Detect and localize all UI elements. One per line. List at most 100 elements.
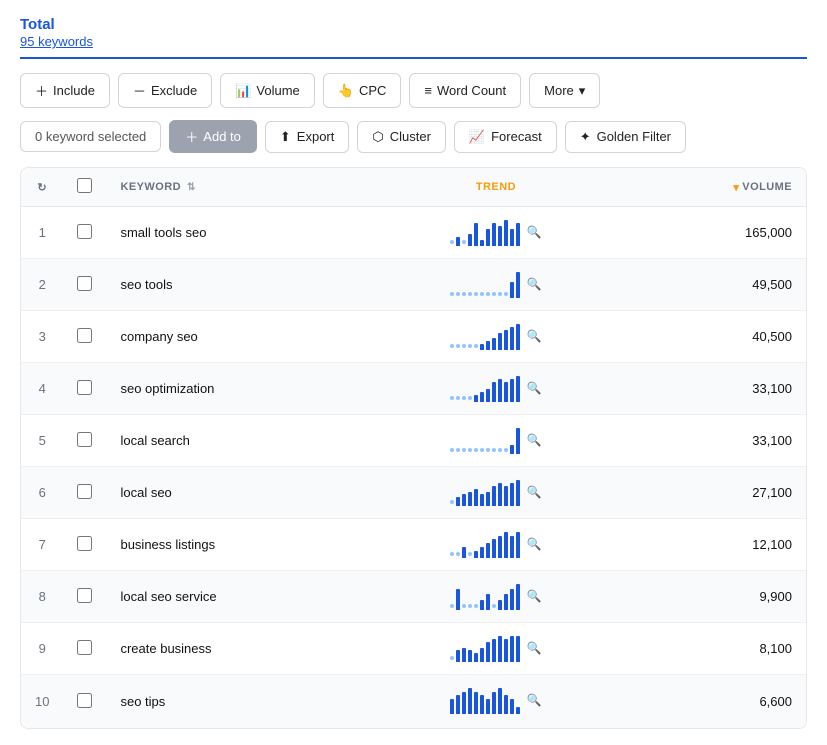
keyword-cell: company seo bbox=[106, 311, 369, 363]
row-checkbox[interactable] bbox=[77, 588, 92, 603]
trend-search-icon[interactable]: 🔍 bbox=[526, 485, 541, 499]
volume-button[interactable]: 📊 Volume bbox=[220, 73, 315, 108]
trend-search-icon[interactable]: 🔍 bbox=[526, 329, 541, 343]
keywords-selected-button[interactable]: 0 keyword selected bbox=[20, 121, 161, 152]
trend-search-icon[interactable]: 🔍 bbox=[526, 433, 541, 447]
golden-filter-label: Golden Filter bbox=[597, 129, 671, 144]
th-volume[interactable]: ▾ VOLUME bbox=[622, 168, 806, 207]
cluster-button[interactable]: ⬡ Cluster bbox=[357, 121, 446, 153]
table-row: 7business listings🔍12,100 bbox=[21, 519, 806, 571]
trend-search-icon[interactable]: 🔍 bbox=[526, 589, 541, 603]
volume-cell: 40,500 bbox=[622, 311, 806, 363]
keyword-cell: local search bbox=[106, 415, 369, 467]
volume-cell: 27,100 bbox=[622, 467, 806, 519]
trend-chart bbox=[450, 478, 520, 506]
volume-cell: 165,000 bbox=[622, 207, 806, 259]
keywords-table-wrapper: ↻ KEYWORD ⇅ TREND bbox=[20, 167, 807, 729]
row-number: 9 bbox=[21, 623, 63, 675]
more-button[interactable]: More ▾ bbox=[529, 73, 600, 108]
keywords-count-link[interactable]: 95 keywords bbox=[20, 34, 93, 49]
trend-cell: 🔍 bbox=[370, 623, 622, 675]
volume-cell: 12,100 bbox=[622, 519, 806, 571]
volume-header-label: VOLUME bbox=[742, 181, 792, 193]
row-checkbox-cell bbox=[63, 571, 106, 623]
th-keyword[interactable]: KEYWORD ⇅ bbox=[106, 168, 369, 207]
exclude-button[interactable]: － Exclude bbox=[118, 73, 212, 108]
row-checkbox[interactable] bbox=[77, 380, 92, 395]
row-checkbox[interactable] bbox=[77, 432, 92, 447]
trend-search-icon[interactable]: 🔍 bbox=[526, 537, 541, 551]
volume-cell: 33,100 bbox=[622, 363, 806, 415]
row-checkbox[interactable] bbox=[77, 276, 92, 291]
cpc-button[interactable]: 👆 CPC bbox=[323, 73, 402, 108]
add-to-button[interactable]: ＋ Add to bbox=[169, 120, 257, 153]
plus-icon: ＋ bbox=[35, 81, 48, 100]
word-count-button[interactable]: ≡ Word Count bbox=[409, 73, 521, 108]
word-count-label: Word Count bbox=[437, 83, 506, 98]
forecast-icon: 📈 bbox=[469, 129, 485, 145]
volume-cell: 6,600 bbox=[622, 675, 806, 729]
table-row: 8 local seo service 🔍 9,900 bbox=[21, 571, 806, 623]
row-checkbox-cell bbox=[63, 363, 106, 415]
trend-search-icon[interactable]: 🔍 bbox=[526, 277, 541, 291]
row-checkbox[interactable] bbox=[77, 484, 92, 499]
row-number: 1 bbox=[21, 207, 63, 259]
word-count-icon: ≡ bbox=[424, 83, 432, 98]
row-checkbox-cell bbox=[63, 467, 106, 519]
row-checkbox[interactable] bbox=[77, 693, 92, 708]
th-trend: TREND bbox=[370, 168, 622, 207]
row-checkbox[interactable] bbox=[77, 224, 92, 239]
table-row: 2seo tools🔍49,500 bbox=[21, 259, 806, 311]
trend-cell: 🔍 bbox=[370, 311, 622, 363]
volume-icon: 📊 bbox=[235, 83, 251, 99]
trend-cell: 🔍 bbox=[370, 207, 622, 259]
keyword-cell: business listings bbox=[106, 519, 369, 571]
include-button[interactable]: ＋ Include bbox=[20, 73, 110, 108]
trend-chart bbox=[450, 218, 520, 246]
total-label: Total bbox=[20, 16, 807, 33]
keyword-cell: local seo bbox=[106, 467, 369, 519]
row-checkbox[interactable] bbox=[77, 536, 92, 551]
forecast-button[interactable]: 📈 Forecast bbox=[454, 121, 557, 153]
row-checkbox-cell bbox=[63, 519, 106, 571]
row-number: 2 bbox=[21, 259, 63, 311]
export-label: Export bbox=[297, 129, 335, 144]
golden-filter-button[interactable]: ✦ Golden Filter bbox=[565, 121, 686, 153]
add-to-label: Add to bbox=[203, 129, 241, 144]
minus-icon: － bbox=[133, 81, 146, 100]
keyword-cell: local seo service bbox=[106, 571, 369, 623]
trend-chart bbox=[450, 686, 520, 714]
trend-search-icon[interactable]: 🔍 bbox=[526, 381, 541, 395]
forecast-label: Forecast bbox=[491, 129, 542, 144]
golden-filter-icon: ✦ bbox=[580, 129, 591, 145]
exclude-label: Exclude bbox=[151, 83, 197, 98]
select-all-checkbox[interactable] bbox=[77, 178, 92, 193]
volume-cell: 9,900 bbox=[622, 571, 806, 623]
trend-cell: 🔍 bbox=[370, 259, 622, 311]
trend-cell: 🔍 bbox=[370, 675, 622, 729]
trend-chart bbox=[450, 426, 520, 454]
table-row: 9create business🔍8,100 bbox=[21, 623, 806, 675]
trend-search-icon[interactable]: 🔍 bbox=[526, 225, 541, 239]
blue-divider bbox=[20, 57, 807, 59]
table-row: 1small tools seo🔍165,000 bbox=[21, 207, 806, 259]
trend-cell: 🔍 bbox=[370, 519, 622, 571]
trend-chart bbox=[450, 270, 520, 298]
row-number: 5 bbox=[21, 415, 63, 467]
cpc-icon: 👆 bbox=[338, 83, 354, 99]
export-button[interactable]: ⬆ Export bbox=[265, 121, 349, 153]
more-label: More bbox=[544, 83, 574, 98]
trend-search-icon[interactable]: 🔍 bbox=[526, 693, 541, 707]
row-checkbox[interactable] bbox=[77, 328, 92, 343]
volume-cell: 8,100 bbox=[622, 623, 806, 675]
table-row: 3company seo🔍40,500 bbox=[21, 311, 806, 363]
refresh-icon[interactable]: ↻ bbox=[37, 182, 47, 194]
action-bar: 0 keyword selected ＋ Add to ⬆ Export ⬡ C… bbox=[20, 120, 807, 153]
row-number: 8 bbox=[21, 571, 63, 623]
row-number: 4 bbox=[21, 363, 63, 415]
trend-search-icon[interactable]: 🔍 bbox=[526, 641, 541, 655]
trend-cell: 🔍 bbox=[370, 363, 622, 415]
cpc-label: CPC bbox=[359, 83, 386, 98]
row-checkbox-cell bbox=[63, 311, 106, 363]
row-checkbox[interactable] bbox=[77, 640, 92, 655]
